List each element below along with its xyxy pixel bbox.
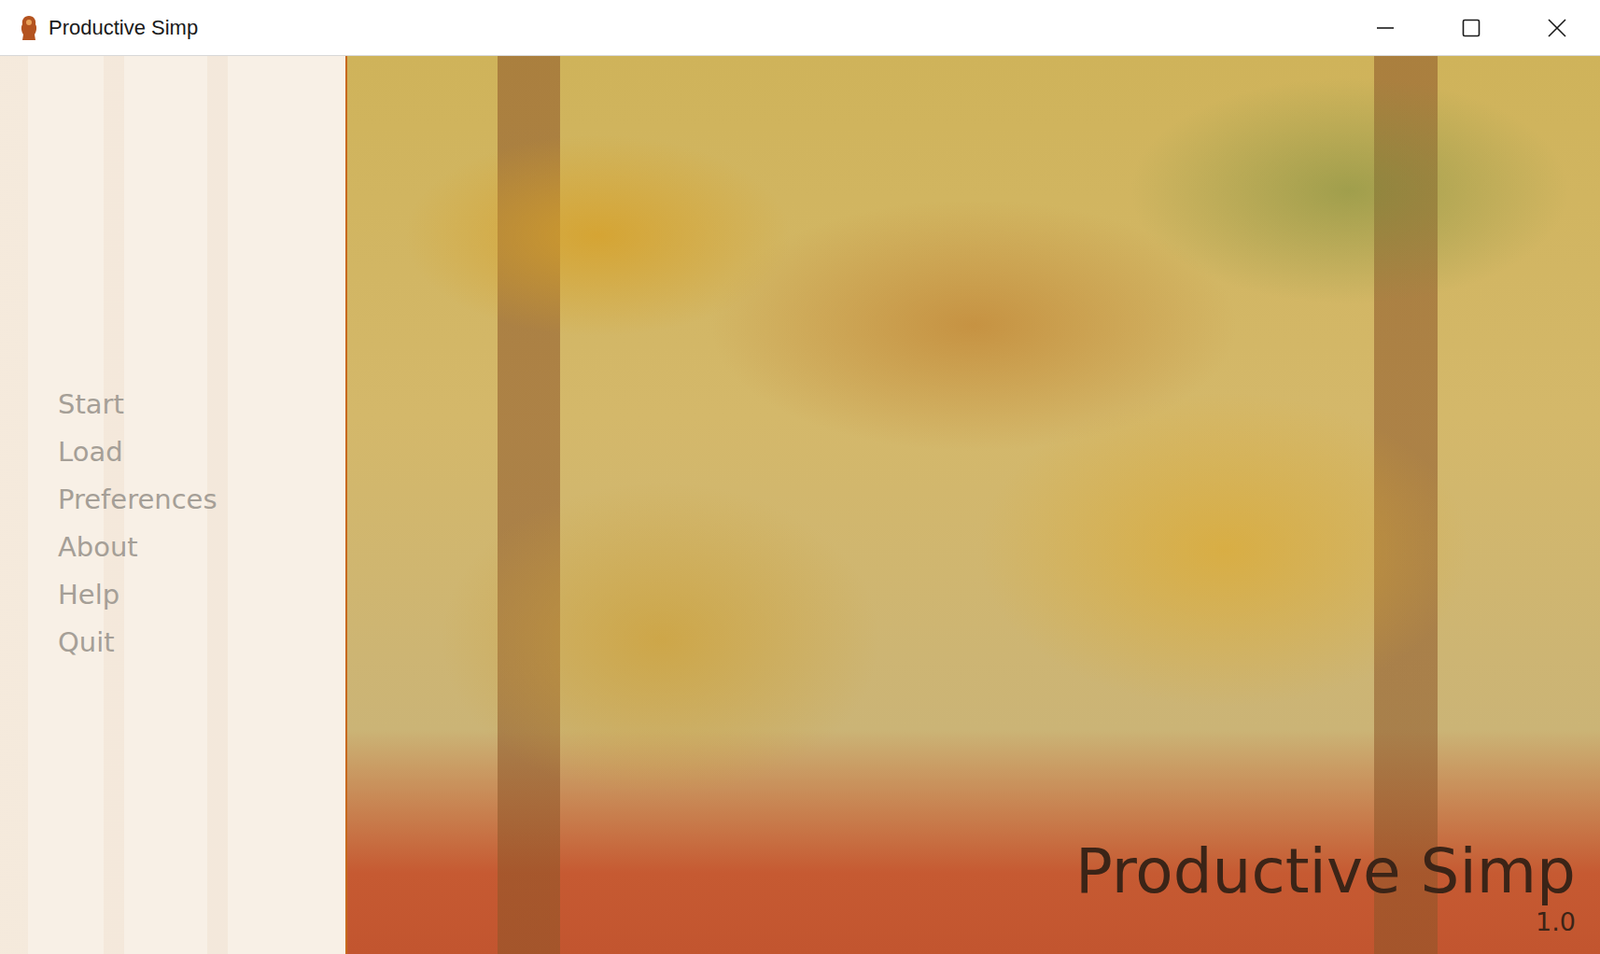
menu-item[interactable]: Quit bbox=[57, 622, 115, 663]
menu-item[interactable]: Help bbox=[57, 575, 120, 616]
game-version: 1.0 bbox=[1535, 907, 1576, 938]
main-menu: Start Load Preferences About Help Quit bbox=[0, 56, 348, 954]
game-window: Productive Simp Start Load Preferences About… bbox=[0, 0, 1600, 954]
maximize-icon bbox=[1460, 17, 1482, 39]
game-title: Productive Simp bbox=[1075, 836, 1576, 908]
minimize-button[interactable] bbox=[1342, 0, 1429, 56]
close-icon bbox=[1546, 17, 1568, 39]
close-button[interactable] bbox=[1514, 0, 1600, 56]
title-bar: Productive Simp bbox=[0, 0, 1600, 57]
app-icon bbox=[18, 14, 40, 43]
menu-item[interactable]: Load bbox=[57, 432, 124, 473]
menu-item[interactable]: About bbox=[57, 527, 139, 568]
menu-item[interactable]: Preferences bbox=[57, 479, 218, 520]
minimize-icon bbox=[1375, 17, 1396, 39]
maximize-button[interactable] bbox=[1428, 0, 1515, 56]
window-title: Productive Simp bbox=[48, 15, 198, 41]
background-art: Productive Simp1.0 bbox=[347, 56, 1600, 954]
menu-item[interactable]: Start bbox=[57, 384, 125, 425]
